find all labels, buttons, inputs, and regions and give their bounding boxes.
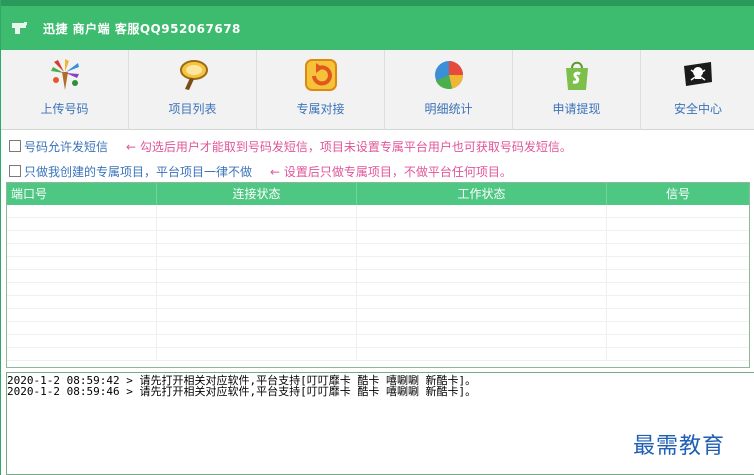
- exclusive-docking-button[interactable]: 专属对接: [257, 50, 385, 130]
- security-center-button[interactable]: 安全中心: [641, 50, 754, 130]
- allow-sms-checkbox[interactable]: [9, 140, 21, 152]
- app-window: 迅捷 商户端 客服QQ952067678 上传号码 项目列表 专属对接 明细统计…: [0, 0, 754, 475]
- watermark-text: 最需教育: [633, 434, 726, 459]
- pistol-icon: [11, 21, 29, 35]
- table-row: [7, 348, 749, 361]
- withdraw-request-button[interactable]: 申请提现: [513, 50, 641, 130]
- main-toolbar: 上传号码 项目列表 专属对接 明细统计 申请提现 安全中心: [1, 50, 754, 130]
- only-exclusive-checkbox[interactable]: [9, 165, 21, 177]
- security-center-label: 安全中心: [673, 102, 722, 116]
- table-header: 端口号 连接状态 工作状态 信号: [7, 183, 749, 205]
- table-row: [7, 218, 749, 231]
- table-row: [7, 244, 749, 257]
- withdraw-request-label: 申请提现: [552, 102, 601, 116]
- table-row: [7, 270, 749, 283]
- window-title: 迅捷 商户端 客服QQ952067678: [43, 21, 241, 36]
- table-row: [7, 257, 749, 270]
- fireworks-icon: [48, 58, 82, 92]
- shopping-bag-icon: [560, 58, 594, 92]
- table-row: [7, 335, 749, 348]
- table-row: [7, 205, 749, 218]
- project-list-button[interactable]: 项目列表: [129, 50, 257, 130]
- only-exclusive-hint: ← 设置后只做专属项目，不做平台任何项目。: [270, 164, 512, 179]
- column-header-work-status[interactable]: 工作状态: [357, 183, 607, 205]
- upload-numbers-button[interactable]: 上传号码: [1, 50, 129, 130]
- column-header-signal[interactable]: 信号: [607, 183, 749, 205]
- table-body[interactable]: [7, 205, 749, 367]
- log-line: 2020-1-2 08:59:46 > 请先打开相关对应软件,平台支持[叮叮靡卡…: [7, 385, 477, 398]
- column-header-connection[interactable]: 连接状态: [157, 183, 357, 205]
- allow-sms-label[interactable]: 号码允许发短信: [24, 138, 108, 155]
- table-row: [7, 322, 749, 335]
- only-exclusive-option: 只做我创建的专属项目，平台项目一律不做 ← 设置后只做专属项目，不做平台任何项目…: [9, 163, 512, 179]
- refresh-arrow-icon: [304, 58, 338, 92]
- pirate-flag-icon: [681, 58, 715, 92]
- port-table: 端口号 连接状态 工作状态 信号: [6, 182, 750, 368]
- column-header-port[interactable]: 端口号: [7, 183, 157, 205]
- upload-numbers-label: 上传号码: [40, 102, 89, 116]
- table-row: [7, 309, 749, 322]
- magnifier-icon: [176, 58, 210, 92]
- only-exclusive-label[interactable]: 只做我创建的专属项目，平台项目一律不做: [24, 163, 252, 180]
- exclusive-docking-label: 专属对接: [296, 102, 345, 116]
- project-list-label: 项目列表: [168, 102, 217, 116]
- detail-statistics-label: 明细统计: [424, 102, 473, 116]
- pie-chart-icon: [432, 58, 466, 92]
- table-row: [7, 231, 749, 244]
- detail-statistics-button[interactable]: 明细统计: [385, 50, 513, 130]
- allow-sms-hint: ← 勾选后用户才能取到号码发短信，项目未设置专属平台用户也可获取号码发短信。: [126, 139, 572, 154]
- allow-sms-option: 号码允许发短信 ← 勾选后用户才能取到号码发短信，项目未设置专属平台用户也可获取…: [9, 138, 572, 154]
- table-row: [7, 296, 749, 309]
- title-bar: 迅捷 商户端 客服QQ952067678: [1, 0, 754, 50]
- table-row: [7, 283, 749, 296]
